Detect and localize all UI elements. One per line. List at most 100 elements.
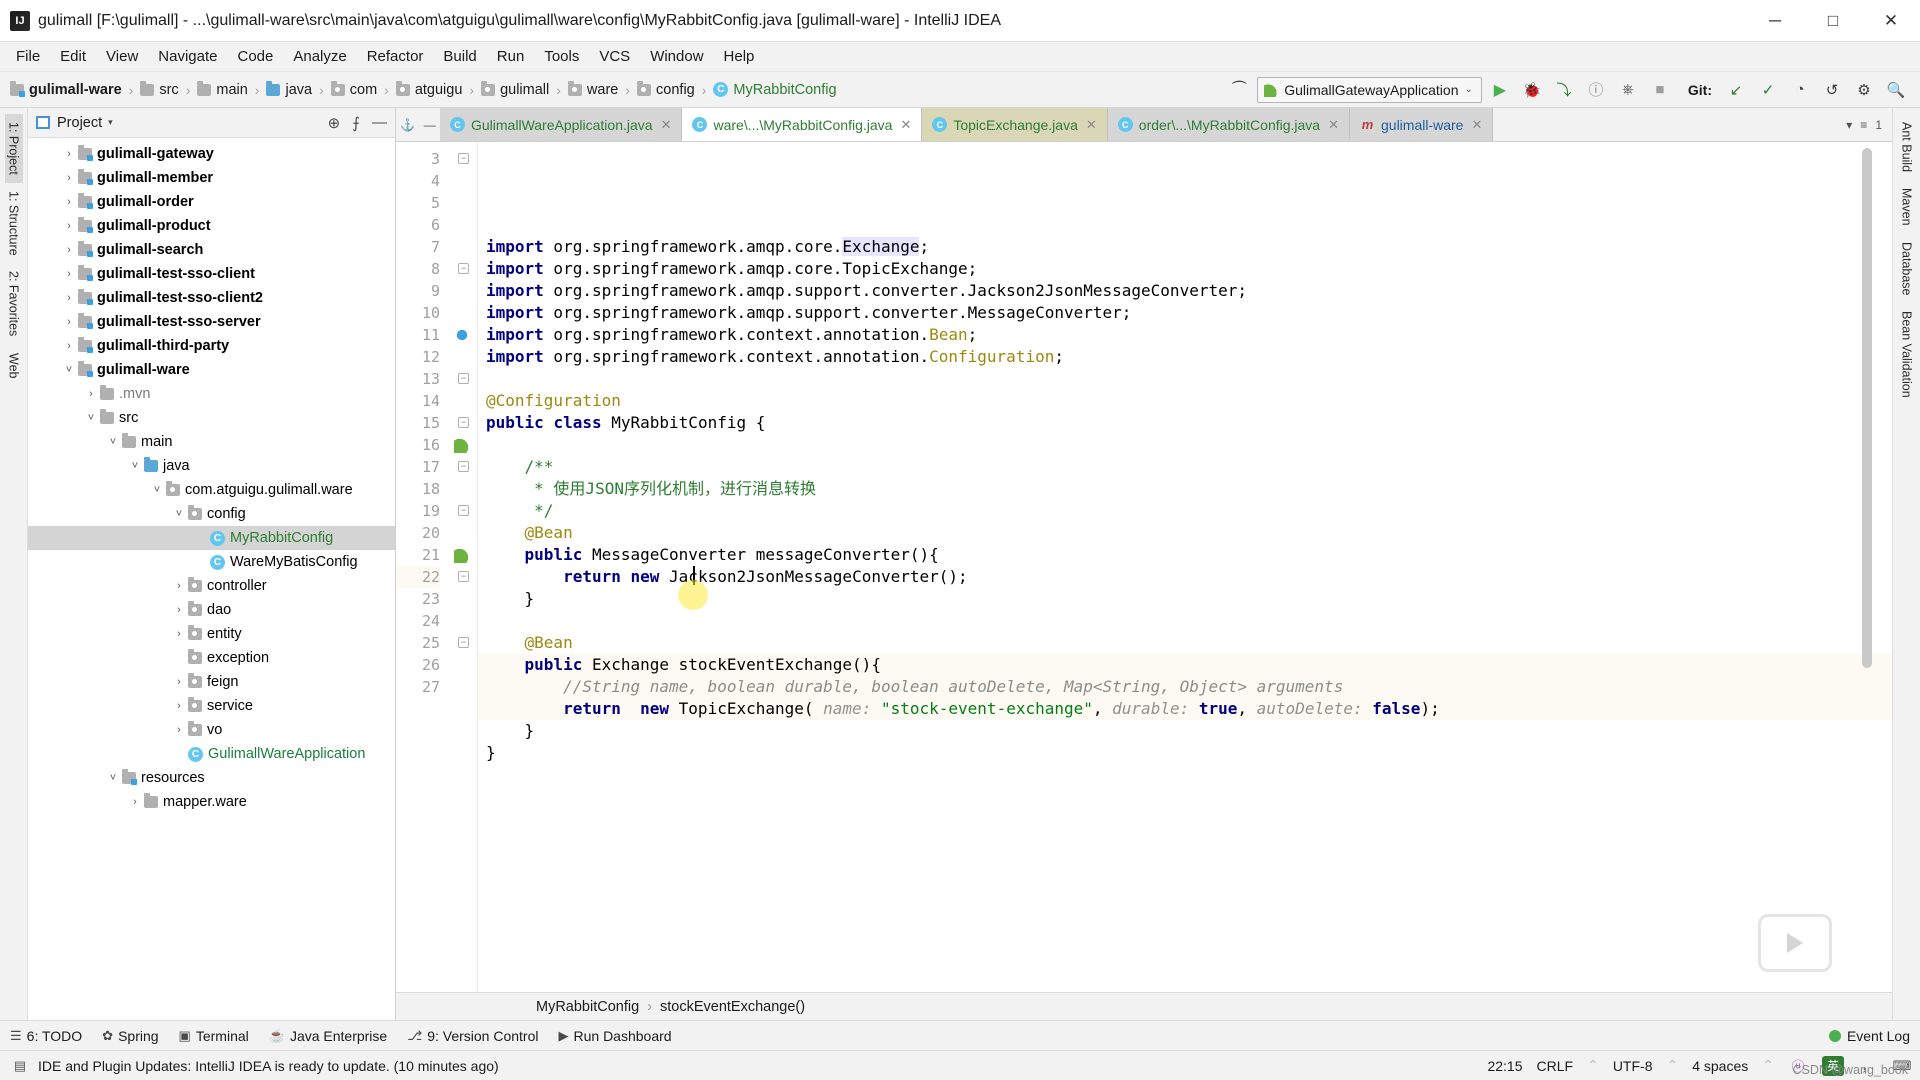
code-editor[interactable]: 3 4 5 6 7 8 9 10 11 12 13 14 15 16 17 18 19 20 21 22 23 24 25 2… — [396, 142, 1892, 992]
commit-button[interactable]: ✓ — [1754, 76, 1782, 104]
tree-node-resources[interactable]: ˅ resources — [28, 766, 395, 790]
rollback-button[interactable]: ↺ — [1818, 76, 1846, 104]
menu-refactor[interactable]: Refactor — [357, 45, 434, 68]
tree-node-gulimall-test-sso-client[interactable]: › gulimall-test-sso-client — [28, 262, 395, 286]
code-fold-icon[interactable]: − — [458, 153, 469, 164]
gutter-line[interactable] — [448, 610, 477, 632]
menu-edit[interactable]: Edit — [50, 45, 96, 68]
spring-bean-gutter-icon[interactable] — [454, 547, 470, 563]
line-separator[interactable]: CRLF — [1537, 1058, 1574, 1074]
indent-setting[interactable]: 4 spaces — [1692, 1058, 1748, 1074]
menu-analyze[interactable]: Analyze — [283, 45, 356, 68]
tree-node-gulimall-search[interactable]: › gulimall-search — [28, 238, 395, 262]
tool-window-ant-build[interactable]: Ant Build — [1898, 114, 1916, 180]
close-tab-icon[interactable]: ✕ — [1471, 117, 1482, 133]
close-button[interactable]: ✕ — [1862, 0, 1920, 42]
chevron-right-icon[interactable]: › — [60, 196, 78, 208]
breadcrumb-item-atguigu[interactable]: atguigu — [394, 80, 465, 100]
chevron-right-icon[interactable]: › — [60, 316, 78, 328]
code-line[interactable]: import org.springframework.amqp.core.Top… — [478, 258, 1892, 280]
code-line[interactable]: import org.springframework.amqp.support.… — [478, 302, 1892, 324]
search-navbar-icon[interactable]: ⏜ — [1225, 76, 1253, 104]
menu-help[interactable]: Help — [714, 45, 765, 68]
gutter-line[interactable]: − — [448, 500, 477, 522]
code-line[interactable]: * 使用JSON序列化机制，进行消息转换 — [478, 478, 1892, 500]
code-line[interactable] — [478, 368, 1892, 390]
gutter-line[interactable] — [448, 390, 477, 412]
tool-window-java-enterprise[interactable]: ☕ Java Enterprise — [269, 1028, 387, 1044]
run-configuration-selector[interactable]: GulimallGatewayApplication ⌄ — [1257, 76, 1482, 103]
code-line[interactable]: return new TopicExchange( name: "stock-e… — [478, 698, 1892, 720]
editor-tab-order-myrabbitconfig-java[interactable]: Corder\...\MyRabbitConfig.java ✕ — [1107, 108, 1350, 141]
tool-window-web[interactable]: Web — [5, 345, 23, 386]
tree-node-feign[interactable]: › feign — [28, 670, 395, 694]
gutter-line[interactable]: − — [448, 632, 477, 654]
close-tab-icon[interactable]: ✕ — [1328, 117, 1339, 133]
search-everywhere-button[interactable]: 🔍 — [1882, 76, 1910, 104]
chevron-down-icon[interactable]: ˅ — [126, 460, 144, 472]
tab-layout-icon[interactable]: ≡ — [1860, 118, 1867, 132]
status-layout-icon[interactable]: ▤ — [10, 1056, 30, 1076]
tree-node-config[interactable]: ˅ config — [28, 502, 395, 526]
spring-bean-gutter-icon[interactable] — [454, 437, 470, 453]
tool-window-maven[interactable]: Maven — [1898, 180, 1916, 234]
project-tree[interactable]: › gulimall-gateway › gulimall-member › gulima… — [28, 138, 395, 1020]
editor-breadcrumb-item[interactable]: MyRabbitConfig — [536, 999, 639, 1015]
gutter-line[interactable] — [448, 522, 477, 544]
chevron-right-icon[interactable]: · — [192, 532, 210, 544]
tree-node-gulimallwareapplication[interactable]: ·C GulimallWareApplication — [28, 742, 395, 766]
gutter-line[interactable]: − — [448, 412, 477, 434]
tree-node-gulimall-test-sso-client2[interactable]: › gulimall-test-sso-client2 — [28, 286, 395, 310]
breadcrumb-item-com[interactable]: com — [329, 80, 379, 100]
gutter-line[interactable] — [448, 588, 477, 610]
tree-node-gulimall-ware[interactable]: ˅ gulimall-ware — [28, 358, 395, 382]
tree-node-mapper-ware[interactable]: › mapper.ware — [28, 790, 395, 814]
chevron-right-icon[interactable]: › — [170, 724, 188, 736]
code-line[interactable] — [478, 610, 1892, 632]
breadcrumb-item-main[interactable]: main — [195, 80, 249, 100]
close-tab-icon[interactable]: ✕ — [900, 117, 911, 133]
chevron-right-icon[interactable]: › — [60, 292, 78, 304]
code-line[interactable]: import org.springframework.context.annot… — [478, 346, 1892, 368]
breadcrumb-item-gulimall[interactable]: gulimall — [479, 80, 551, 100]
gutter-line[interactable] — [448, 214, 477, 236]
tree-node-controller[interactable]: › controller — [28, 574, 395, 598]
tree-node-gulimall-order[interactable]: › gulimall-order — [28, 190, 395, 214]
gutter-line[interactable] — [448, 302, 477, 324]
code-content[interactable]: import org.springframework.amqp.core.Exc… — [478, 142, 1892, 992]
chevron-down-icon[interactable]: ˅ — [104, 772, 122, 784]
minimize-button[interactable]: ─ — [1746, 0, 1804, 42]
chevron-right-icon[interactable]: › — [60, 268, 78, 280]
chevron-down-icon[interactable]: ˅ — [104, 436, 122, 448]
tree-node-com-atguigu-gulimall-ware[interactable]: ˅ com.atguigu.gulimall.ware — [28, 478, 395, 502]
code-line[interactable]: } — [478, 720, 1892, 742]
chevron-down-icon[interactable]: ˅ — [148, 484, 166, 496]
gutter-line[interactable] — [448, 192, 477, 214]
chevron-right-icon[interactable]: › — [170, 604, 188, 616]
status-message[interactable]: IDE and Plugin Updates: IntelliJ IDEA is… — [38, 1058, 499, 1074]
gutter-line[interactable] — [448, 346, 477, 368]
menu-tools[interactable]: Tools — [534, 45, 589, 68]
code-line[interactable]: @Configuration — [478, 390, 1892, 412]
hide-panel-icon[interactable]: — — [372, 114, 387, 131]
tool-window-6-todo[interactable]: ☰ 6: TODO — [10, 1028, 82, 1044]
editor-tab-gulimall-ware[interactable]: m gulimall-ware ✕ — [1350, 108, 1494, 141]
chevron-down-icon[interactable]: ˅ — [60, 364, 78, 376]
chevron-right-icon[interactable]: › — [60, 244, 78, 256]
code-fold-icon[interactable]: − — [458, 505, 469, 516]
editor-scrollbar[interactable] — [1862, 148, 1872, 668]
code-line[interactable]: public MessageConverter messageConverter… — [478, 544, 1892, 566]
gutter-line[interactable]: − — [448, 368, 477, 390]
gutter-line[interactable] — [448, 324, 477, 346]
chevron-right-icon[interactable]: › — [60, 340, 78, 352]
gutter-line[interactable]: − — [448, 566, 477, 588]
gutter-line[interactable]: − — [448, 456, 477, 478]
menu-build[interactable]: Build — [433, 45, 486, 68]
chevron-right-icon[interactable]: › — [126, 796, 144, 808]
code-line[interactable]: @Bean — [478, 522, 1892, 544]
history-button[interactable]: ◔ — [1786, 76, 1814, 104]
chevron-right-icon[interactable]: › — [60, 148, 78, 160]
tree-node-service[interactable]: › service — [28, 694, 395, 718]
editor-tab-gulimallwareapplication-java[interactable]: C GulimallWareApplication.java ✕ — [440, 108, 683, 141]
maximize-button[interactable]: □ — [1804, 0, 1862, 42]
